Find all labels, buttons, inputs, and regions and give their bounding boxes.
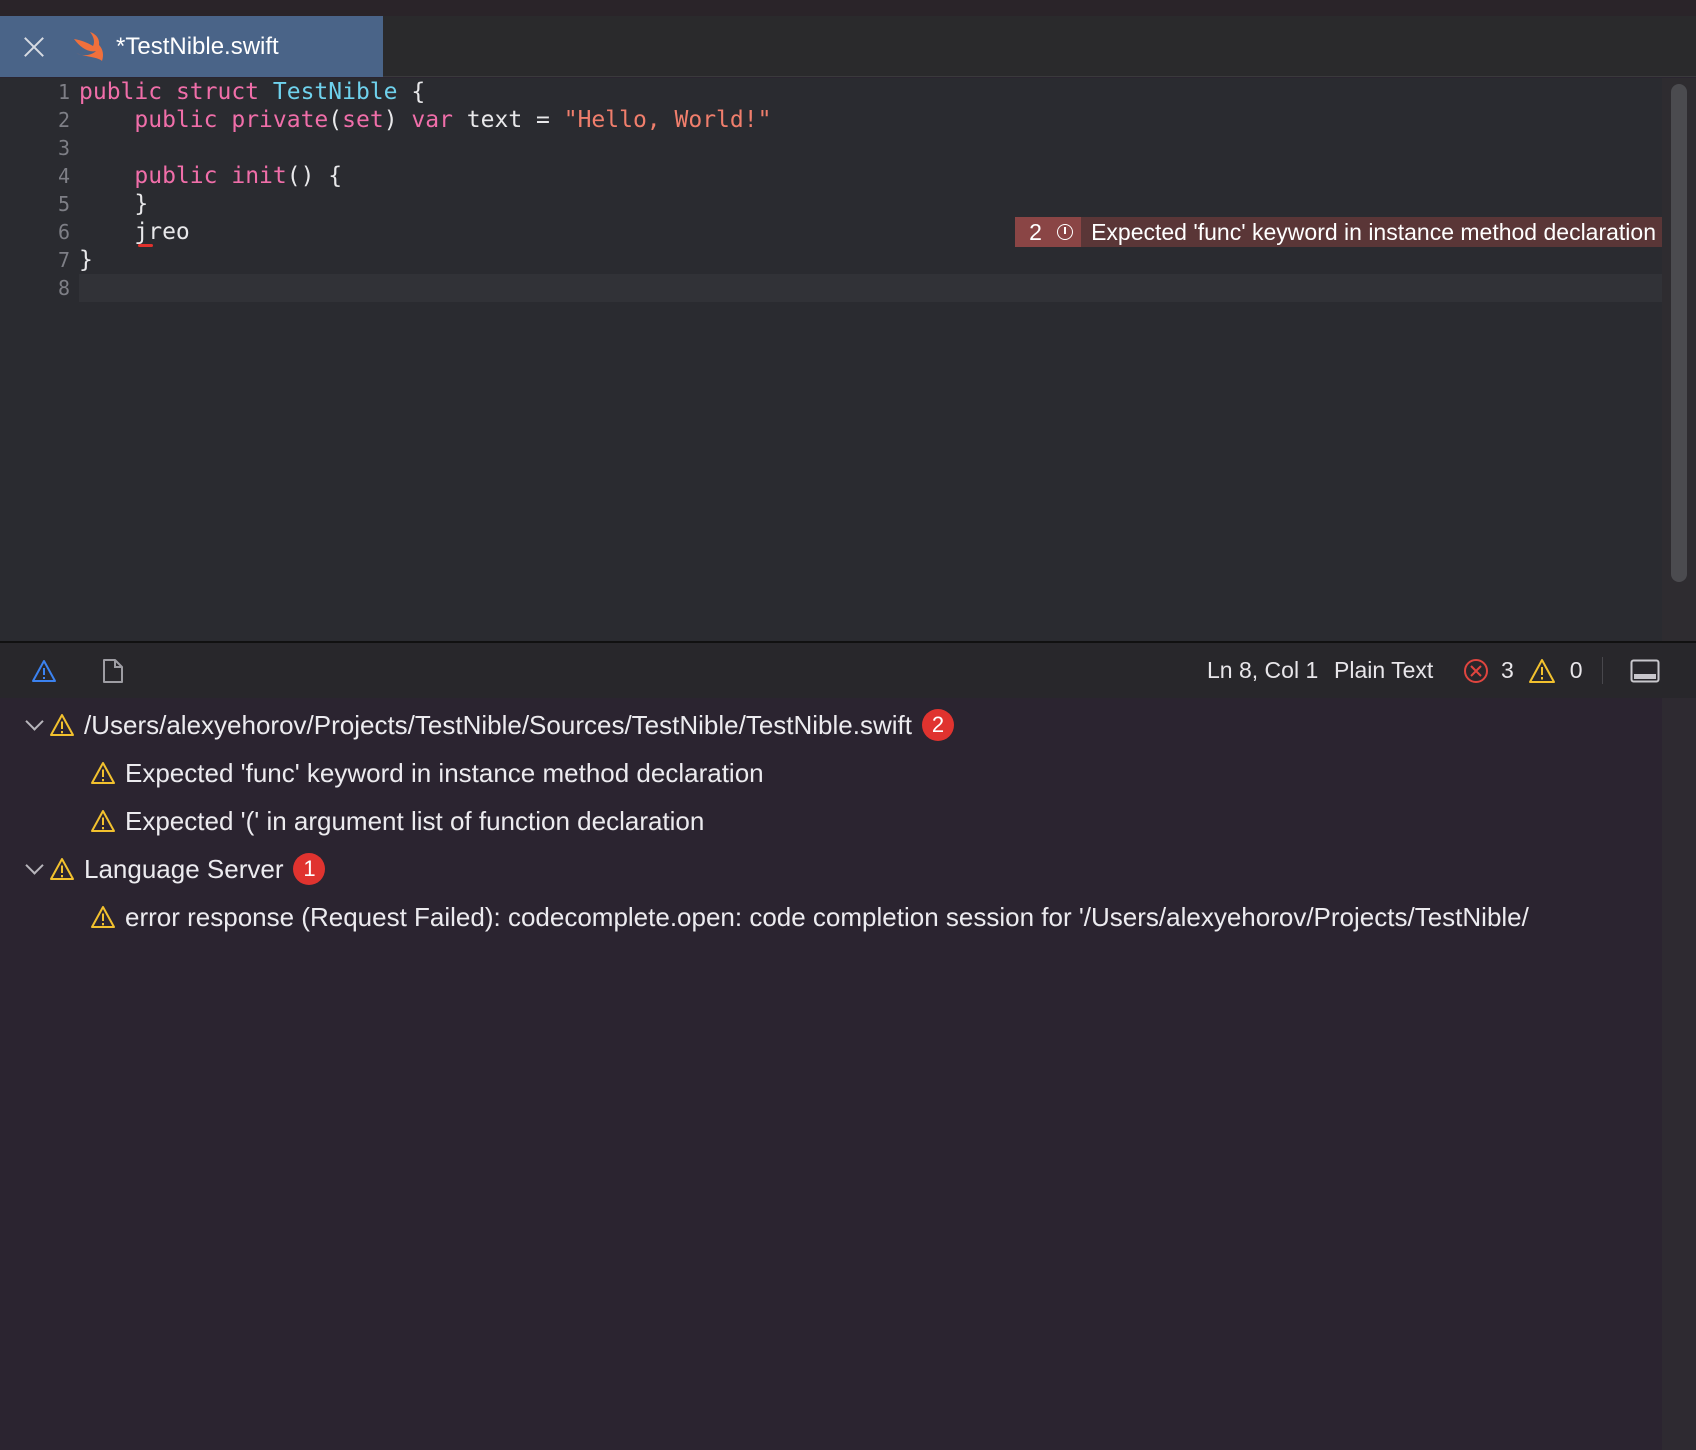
- problem-group-label: /Users/alexyehorov/Projects/TestNible/So…: [84, 709, 912, 740]
- code-token: TestNible: [259, 79, 398, 105]
- line-number: 8: [57, 276, 70, 300]
- code-token: set: [342, 107, 384, 133]
- problem-item[interactable]: Expected 'func' keyword in instance meth…: [90, 751, 764, 795]
- output-toggle[interactable]: [102, 643, 124, 698]
- inline-diagnostic-count-value: 2: [1029, 218, 1042, 245]
- status-separator: [1602, 657, 1603, 684]
- inline-diagnostic-message: Expected 'func' keyword in instance meth…: [1081, 217, 1662, 247]
- warning-icon: [50, 714, 74, 736]
- problem-count-badge: 1: [293, 853, 326, 885]
- code-token: }: [79, 191, 149, 217]
- line-number: 2: [57, 108, 70, 132]
- line-number: 6: [57, 220, 70, 244]
- code-text: public private(set) var text = "Hello, W…: [79, 106, 771, 134]
- swift-icon: [74, 31, 103, 61]
- cursor-position[interactable]: Ln 8, Col 1: [1207, 643, 1318, 698]
- warning-count: 0: [1569, 657, 1583, 683]
- code-line[interactable]: 5 }: [0, 190, 1662, 218]
- problem-message: Expected '(' in argument list of functio…: [125, 805, 705, 836]
- warning-icon: [91, 906, 115, 928]
- tab-title: *TestNible.swift: [116, 32, 279, 60]
- code-token: var: [397, 107, 453, 133]
- language-mode[interactable]: Plain Text: [1334, 643, 1433, 698]
- problem-item[interactable]: Expected '(' in argument list of functio…: [90, 799, 704, 843]
- code-token: public: [79, 79, 163, 105]
- code-token: init: [231, 163, 287, 189]
- problem-message: Expected 'func' keyword in instance meth…: [125, 757, 764, 788]
- status-bar: Ln 8, Col 1 Plain Text 3 0: [0, 643, 1696, 698]
- problems-toggle[interactable]: [31, 643, 57, 698]
- code-token: () {: [286, 163, 343, 189]
- line-number: 5: [57, 192, 70, 216]
- line-number: 3: [57, 136, 70, 160]
- code-line[interactable]: 1 public struct TestNible {: [0, 78, 1662, 106]
- code-token: {: [397, 79, 426, 105]
- problem-item[interactable]: error response (Request Failed): codecom…: [90, 895, 1529, 939]
- code-editor[interactable]: 1 public struct TestNible {2 public priva…: [0, 78, 1662, 641]
- inline-diagnostic-count: 2: [1015, 217, 1082, 247]
- problem-group[interactable]: Language Server 1: [25, 847, 326, 891]
- code-line[interactable]: 2 public private(set) var text = "Hello,…: [0, 106, 1662, 134]
- code-line[interactable]: 3: [0, 134, 1662, 162]
- error-circle-icon: [1464, 658, 1488, 683]
- warning-icon: [91, 810, 115, 832]
- panel-toggle-icon: [1630, 659, 1660, 682]
- code-line[interactable]: 4 public init() {: [0, 162, 1662, 190]
- warning-icon: [50, 858, 74, 880]
- chevron-down-icon[interactable]: [25, 859, 45, 879]
- code-token: struct: [162, 79, 260, 105]
- code-token: public: [134, 107, 218, 133]
- code-line[interactable]: 7}: [0, 246, 1662, 274]
- problem-message: error response (Request Failed): codecom…: [125, 901, 1529, 932]
- warning-icon: [32, 659, 56, 682]
- code-token: (: [328, 107, 343, 133]
- toggle-panel-button[interactable]: [1630, 643, 1660, 698]
- close-icon[interactable]: [22, 35, 46, 59]
- line-number: 1: [57, 80, 70, 104]
- line-number: 4: [57, 164, 70, 188]
- problems-panel-scrollbar[interactable]: [1662, 698, 1696, 1450]
- code-token: "Hello, World!": [563, 107, 772, 133]
- code-text: }: [79, 246, 93, 274]
- editor-scrollbar-thumb[interactable]: [1671, 84, 1687, 582]
- problem-group[interactable]: /Users/alexyehorov/Projects/TestNible/So…: [25, 703, 954, 747]
- inline-diagnostic[interactable]: 2 Expected 'func' keyword in instance met…: [1015, 217, 1662, 247]
- info-icon: [1057, 224, 1074, 240]
- code-text: jreo: [79, 218, 190, 246]
- code-token: jreo: [79, 219, 190, 245]
- editor-scrollbar[interactable]: [1662, 78, 1696, 641]
- code-token: }: [79, 247, 93, 273]
- line-number: 7: [57, 248, 70, 272]
- code-line[interactable]: 8: [0, 274, 1662, 302]
- problem-count-badge: 2: [921, 709, 954, 741]
- code-token: text =: [452, 107, 564, 133]
- code-token: ): [383, 107, 398, 133]
- code-token: private: [231, 107, 329, 133]
- window-top-strip: [0, 0, 1696, 16]
- error-count: 3: [1501, 657, 1514, 683]
- code-text: public init() {: [79, 162, 342, 190]
- tab-bar: *TestNible.swift: [0, 16, 1696, 77]
- warning-icon: [91, 762, 115, 784]
- file-icon: [103, 658, 123, 683]
- chevron-down-icon[interactable]: [25, 715, 45, 735]
- code-text: public struct TestNible {: [79, 78, 425, 106]
- problems-panel: /Users/alexyehorov/Projects/TestNible/So…: [0, 698, 1662, 1450]
- problem-group-label: Language Server: [84, 853, 284, 884]
- warning-icon: [1528, 658, 1555, 683]
- error-squiggle: [138, 244, 153, 247]
- diagnostics-counter[interactable]: 3 0: [1463, 643, 1583, 698]
- tab-testnible-swift[interactable]: *TestNible.swift: [0, 16, 383, 77]
- code-text: }: [79, 190, 148, 218]
- code-token: public: [134, 163, 218, 189]
